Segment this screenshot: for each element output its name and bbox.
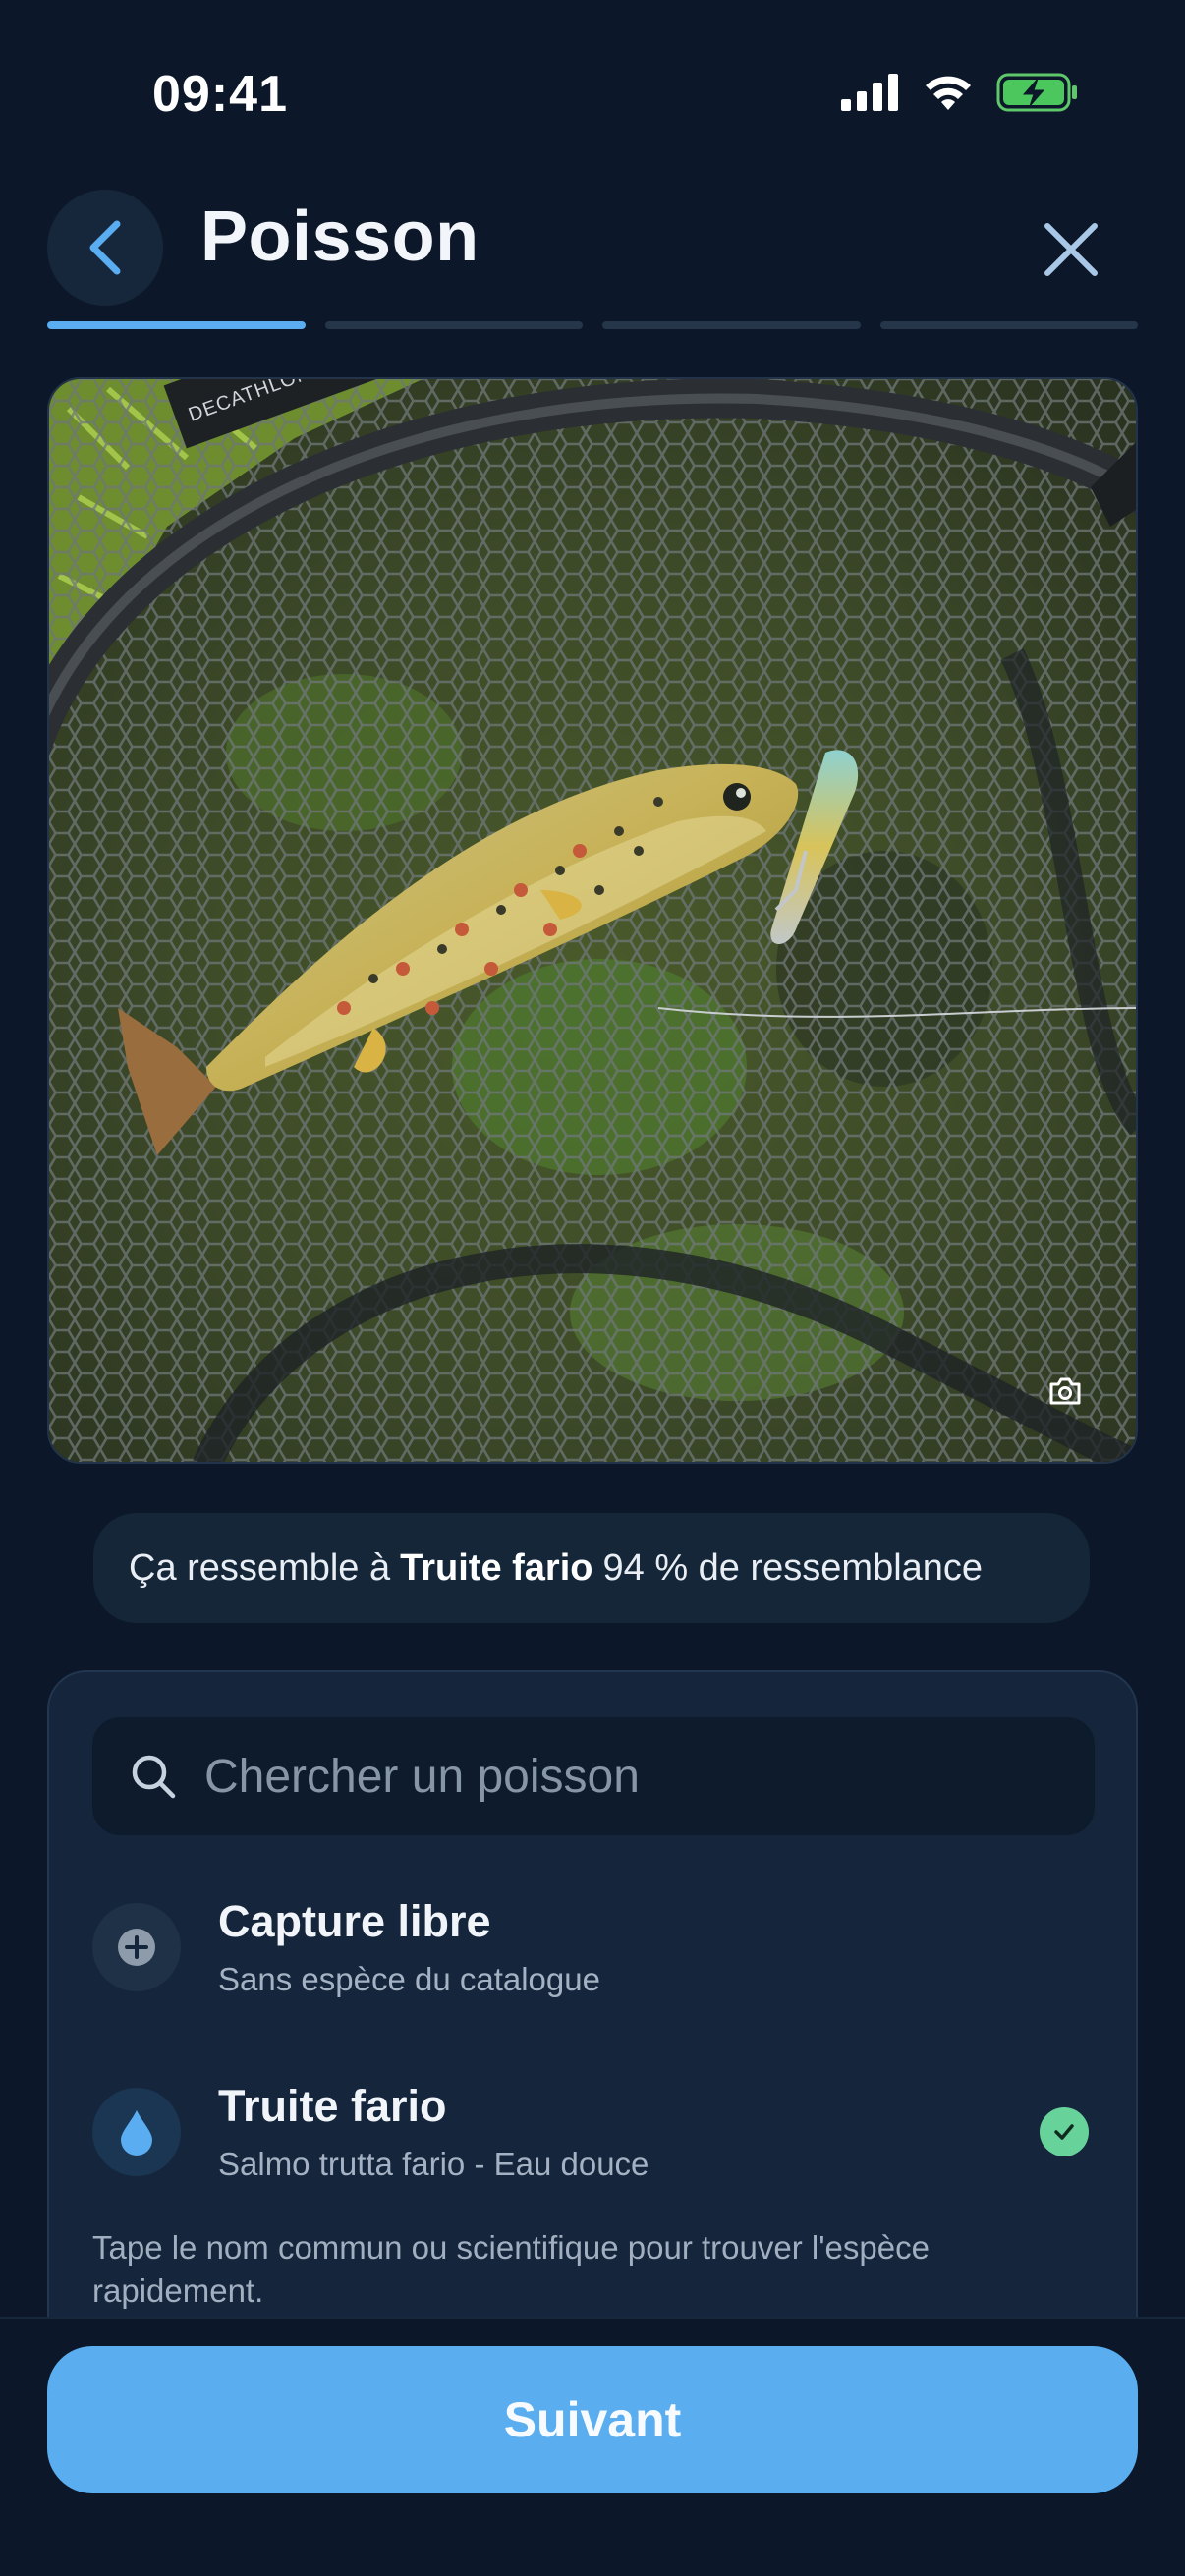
species-panel: Chercher un poisson Capture libre Sans e… xyxy=(47,1670,1138,2417)
status-time: 09:41 xyxy=(152,66,288,123)
catch-photo[interactable]: DECATHLON | CAPERLAN xyxy=(47,377,1138,1464)
progress-steps xyxy=(47,321,1138,329)
search-placeholder: Chercher un poisson xyxy=(204,1750,640,1803)
option-subtitle: Salmo trutta fario - Eau douce xyxy=(218,2146,649,2182)
selected-check xyxy=(1040,2107,1089,2156)
option-icon-bg xyxy=(92,2088,181,2176)
progress-step-1 xyxy=(47,321,306,329)
battery-charging-icon xyxy=(996,73,1077,112)
water-drop-icon xyxy=(121,2110,152,2156)
option-capture-libre[interactable]: Capture libre Sans espèce du catalogue xyxy=(92,1874,1095,2021)
close-button[interactable] xyxy=(1034,212,1108,287)
back-button[interactable] xyxy=(47,190,163,306)
progress-step-3 xyxy=(602,321,861,329)
page-title: Poisson xyxy=(200,197,480,276)
plus-icon xyxy=(118,1929,155,1966)
progress-step-2 xyxy=(324,321,583,329)
option-text: Truite fario Salmo trutta fario - Eau do… xyxy=(218,2081,649,2183)
suggestion-confidence: 94 % de ressemblance xyxy=(602,1546,984,1589)
wifi-icon xyxy=(926,76,971,110)
close-icon xyxy=(1044,223,1098,276)
option-text: Capture libre Sans espèce du catalogue xyxy=(218,1896,600,1998)
species-suggestion[interactable]: Ça ressemble à Truite fario 94 % de ress… xyxy=(93,1513,1090,1623)
signal-icon xyxy=(841,74,898,111)
option-title: Truite fario xyxy=(218,2081,447,2131)
option-icon-bg xyxy=(92,1903,181,1991)
search-hint: Tape le nom commun ou scientifique pour … xyxy=(92,2229,930,2309)
status-icons xyxy=(841,73,1079,112)
search-icon xyxy=(132,1755,176,1799)
progress-step-4 xyxy=(879,321,1138,329)
change-photo-button[interactable] xyxy=(1042,1368,1089,1415)
option-subtitle: Sans espèce du catalogue xyxy=(218,1961,600,1997)
screen: 09:41 Poisson Ça ressemble à Truite fari… xyxy=(0,0,1185,2576)
next-button[interactable]: Suivant xyxy=(47,2346,1138,2493)
suggestion-prefix: Ça ressemble à xyxy=(129,1546,391,1589)
checkmark-icon xyxy=(1054,2124,1074,2140)
search-input[interactable]: Chercher un poisson xyxy=(92,1717,1095,1835)
option-title: Capture libre xyxy=(218,1896,491,1946)
chevron-left-icon xyxy=(89,220,121,275)
fish-in-net-image: DECATHLON | CAPERLAN xyxy=(49,379,1136,1462)
camera-icon xyxy=(1049,1377,1081,1405)
option-truite-fario[interactable]: Truite fario Salmo trutta fario - Eau do… xyxy=(92,2058,1095,2206)
suggestion-species: Truite fario xyxy=(400,1546,593,1589)
